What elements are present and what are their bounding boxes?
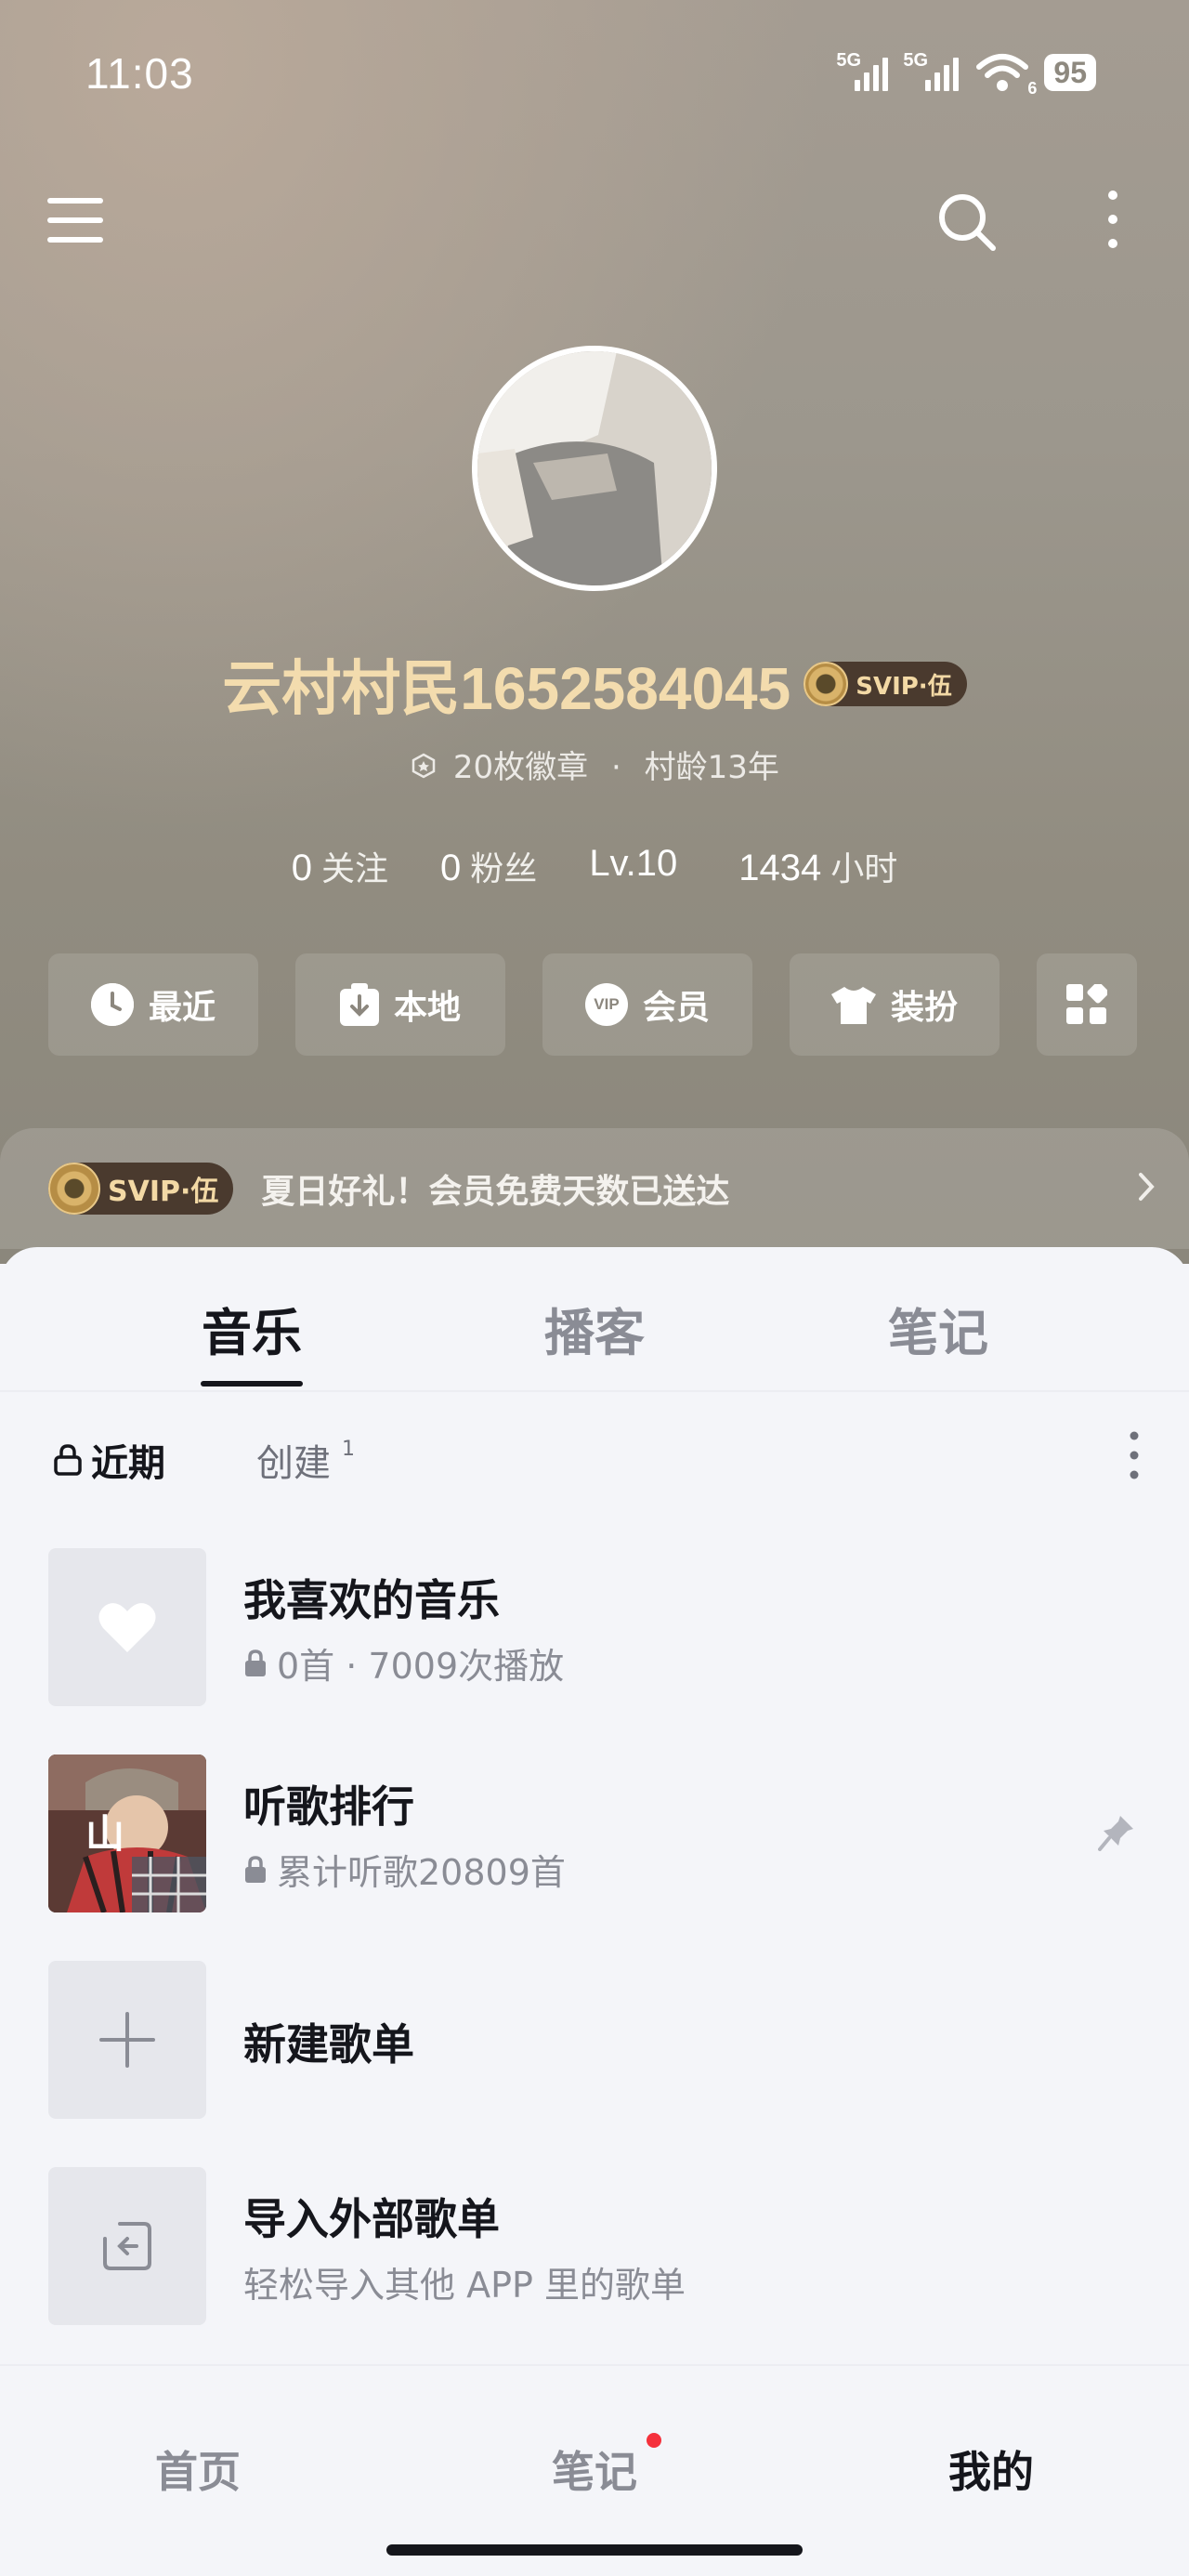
- status-icons: 5G 5G 6 95: [836, 50, 1096, 98]
- heart-icon: [48, 1548, 206, 1706]
- lock-icon: [54, 1444, 82, 1476]
- subtab-created[interactable]: 创建 1: [256, 1433, 355, 1487]
- playlist-listening-rank[interactable]: 山 听歌排行 累计听歌20809首: [0, 1755, 1189, 1914]
- recent-button[interactable]: 最近: [48, 953, 258, 1056]
- playlist-liked-songs[interactable]: 我喜欢的音乐 0首 · 7009次播放: [0, 1548, 1189, 1708]
- profile-header-background: [0, 0, 1189, 1264]
- dress-up-button[interactable]: 装扮: [790, 953, 1000, 1056]
- svip-badge[interactable]: SVIP·伍: [804, 662, 967, 706]
- svg-text:山: 山: [85, 1811, 124, 1857]
- more-vertical-icon[interactable]: [1096, 186, 1130, 253]
- import-playlist-item[interactable]: 导入外部歌单 轻松导入其他 APP 里的歌单: [0, 2167, 1189, 2327]
- menu-icon[interactable]: [45, 190, 106, 251]
- create-playlist-item[interactable]: 新建歌单: [0, 1961, 1189, 2121]
- home-indicator[interactable]: [386, 2544, 803, 2556]
- lock-icon: [243, 1855, 268, 1884]
- badges-count[interactable]: 20枚徽章: [453, 749, 588, 786]
- nav-notes[interactable]: 笔记: [502, 2438, 687, 2500]
- subtab-recent[interactable]: 近期: [54, 1433, 165, 1487]
- notification-dot: [647, 2433, 661, 2448]
- promo-text: 夏日好礼！会员免费天数已送达: [261, 1173, 730, 1211]
- nav-mine[interactable]: 我的: [898, 2438, 1084, 2500]
- lock-icon: [243, 1649, 268, 1677]
- village-age: 村龄13年: [644, 749, 779, 786]
- listening-hours-stat[interactable]: 1434 小时: [738, 842, 897, 890]
- svip-badge: SVIP·伍: [48, 1163, 234, 1215]
- chevron-right-icon: [1137, 1171, 1156, 1206]
- more-apps-button[interactable]: [1037, 953, 1137, 1056]
- tab-podcast[interactable]: 播客: [502, 1292, 687, 1365]
- tab-music[interactable]: 音乐: [159, 1292, 345, 1365]
- playlist-title: 我喜欢的音乐: [243, 1575, 500, 1625]
- playlist-title: 新建歌单: [243, 2019, 414, 2070]
- status-time: 11:03: [85, 49, 194, 98]
- tshirt-icon: [830, 985, 876, 1024]
- playlist-cover: 山: [48, 1755, 206, 1912]
- vip-button[interactable]: VIP 会员: [542, 953, 752, 1056]
- username[interactable]: 云村村民1652584045: [222, 641, 790, 727]
- playlist-title: 听歌排行: [243, 1781, 414, 1832]
- battery-indicator: 95: [1044, 54, 1096, 91]
- playlist-subtitle: 累计听歌20809首: [243, 1844, 566, 1895]
- badge-icon: [410, 751, 438, 788]
- signal-icon: 5G: [836, 50, 892, 91]
- local-music-button[interactable]: 本地: [295, 953, 505, 1056]
- apps-icon: [1066, 984, 1107, 1025]
- clock-icon: [90, 983, 134, 1026]
- avatar[interactable]: [472, 346, 717, 591]
- level-stat[interactable]: Lv.10: [589, 842, 686, 890]
- active-tab-indicator: [201, 1381, 303, 1387]
- quick-actions: 最近 本地 VIP 会员 装扮: [48, 953, 1137, 1056]
- tab-notes[interactable]: 笔记: [845, 1292, 1031, 1365]
- vip-promo-banner[interactable]: SVIP·伍 夏日好礼！会员免费天数已送达: [0, 1128, 1189, 1249]
- fans-stat[interactable]: 0 粉丝: [440, 842, 537, 890]
- playlist-title: 导入外部歌单: [243, 2194, 500, 2244]
- username-row: 云村村民1652584045 SVIP·伍: [0, 641, 1189, 727]
- search-icon[interactable]: [934, 190, 1000, 255]
- profile-meta: 20枚徽章 · 村龄13年: [0, 742, 1189, 788]
- import-icon: [48, 2167, 206, 2325]
- playlist-subtitle: 0首 · 7009次播放: [243, 1637, 564, 1689]
- content-tabs: 音乐 播客 笔记: [0, 1247, 1189, 1392]
- pin-icon[interactable]: [1098, 1814, 1135, 1855]
- more-vertical-icon[interactable]: [1130, 1431, 1139, 1483]
- wifi-icon: 6: [975, 52, 1037, 98]
- vip-icon: VIP: [584, 983, 628, 1026]
- signal-icon-2: 5G: [903, 50, 964, 91]
- vinyl-disc-icon: [804, 662, 849, 706]
- profile-stats: 0 关注 0 粉丝 Lv.10 1434 小时: [0, 842, 1189, 890]
- vinyl-disc-icon: [48, 1163, 100, 1215]
- plus-icon: [48, 1961, 206, 2119]
- playlist-subtabs: 近期 创建 1: [0, 1420, 1189, 1494]
- nav-home[interactable]: 首页: [105, 2438, 291, 2500]
- download-icon: [339, 983, 379, 1026]
- following-stat[interactable]: 0 关注: [292, 842, 388, 890]
- playlist-subtitle: 轻松导入其他 APP 里的歌单: [243, 2265, 686, 2306]
